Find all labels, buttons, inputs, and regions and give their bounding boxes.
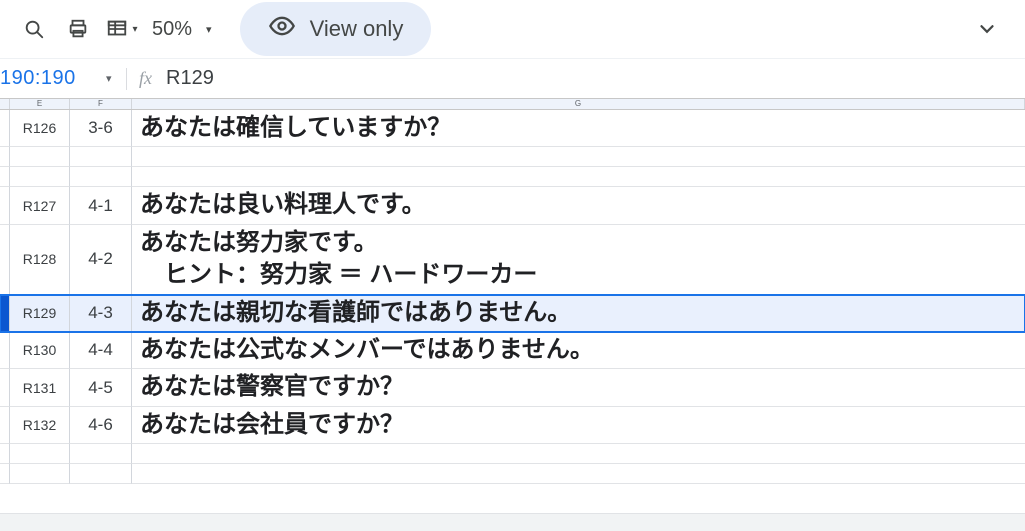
- table-row[interactable]: [0, 464, 1025, 484]
- row-header[interactable]: [0, 369, 10, 406]
- cell[interactable]: [132, 464, 1025, 484]
- name-box[interactable]: 190:190 ▾: [0, 67, 122, 90]
- caret-down-icon: ▾: [206, 23, 212, 36]
- select-all-corner[interactable]: [0, 99, 10, 109]
- cell[interactable]: あなたは会社員ですか？: [132, 407, 1025, 444]
- row-header[interactable]: [0, 464, 10, 484]
- cell[interactable]: R132: [10, 407, 70, 444]
- cell[interactable]: あなたは親切な看護師ではありません。: [132, 295, 1025, 332]
- cell[interactable]: 4-2: [70, 225, 132, 295]
- cell[interactable]: [70, 464, 132, 484]
- horizontal-scrollbar[interactable]: [0, 513, 1025, 531]
- cell[interactable]: [132, 167, 1025, 187]
- caret-down-icon: ▾: [106, 72, 112, 85]
- row-header[interactable]: [0, 187, 10, 224]
- cell[interactable]: 4-4: [70, 332, 132, 369]
- zoom-label: 50%: [152, 18, 192, 41]
- divider: [126, 68, 127, 90]
- table-row[interactable]: R1324-6あなたは会社員ですか？: [0, 407, 1025, 444]
- cell[interactable]: あなたは努力家です。 ヒント：努力家 ＝ ハードワーカー: [132, 225, 1025, 295]
- cell[interactable]: [70, 444, 132, 464]
- row-header[interactable]: [0, 332, 10, 369]
- print-icon[interactable]: [58, 9, 98, 49]
- cell[interactable]: あなたは公式なメンバーではありません。: [132, 332, 1025, 369]
- cell[interactable]: 4-1: [70, 187, 132, 224]
- cell[interactable]: あなたは良い料理人です。: [132, 187, 1025, 224]
- cell[interactable]: あなたは確信していますか？: [132, 110, 1025, 147]
- cell[interactable]: [10, 147, 70, 167]
- table-row[interactable]: [0, 444, 1025, 464]
- cell[interactable]: 4-6: [70, 407, 132, 444]
- column-header-strip: E F G: [0, 98, 1025, 110]
- spreadsheet-grid[interactable]: R1263-6あなたは確信していますか？R1274-1あなたは良い料理人です。R…: [0, 110, 1025, 484]
- expand-toolbar-button[interactable]: [967, 9, 1007, 49]
- caret-down-icon: ▾: [132, 24, 137, 35]
- formula-bar-row: 190:190 ▾ fx R129: [0, 58, 1025, 98]
- cell[interactable]: R127: [10, 187, 70, 224]
- cell[interactable]: R128: [10, 225, 70, 295]
- table-row[interactable]: R1274-1あなたは良い料理人です。: [0, 187, 1025, 224]
- column-header[interactable]: E: [10, 99, 70, 109]
- formula-bar-input[interactable]: R129: [166, 67, 214, 90]
- column-header[interactable]: F: [70, 99, 132, 109]
- cell[interactable]: [132, 147, 1025, 167]
- fx-icon: fx: [139, 68, 152, 89]
- cell[interactable]: [10, 167, 70, 187]
- cell[interactable]: R131: [10, 369, 70, 406]
- cell[interactable]: 3-6: [70, 110, 132, 147]
- cell[interactable]: 4-3: [70, 295, 132, 332]
- cell[interactable]: R129: [10, 295, 70, 332]
- filter-views-button[interactable]: ▾: [102, 9, 142, 49]
- column-header[interactable]: G: [132, 99, 1025, 109]
- cell[interactable]: [132, 444, 1025, 464]
- row-header[interactable]: [0, 147, 10, 167]
- row-header[interactable]: [0, 167, 10, 187]
- cell[interactable]: [70, 167, 132, 187]
- table-row[interactable]: R1263-6あなたは確信していますか？: [0, 110, 1025, 147]
- cell[interactable]: [10, 444, 70, 464]
- view-only-label: View only: [310, 16, 404, 42]
- row-header[interactable]: [0, 110, 10, 147]
- cell[interactable]: R126: [10, 110, 70, 147]
- view-only-pill[interactable]: View only: [240, 2, 432, 56]
- cell[interactable]: [70, 147, 132, 167]
- row-header[interactable]: [0, 225, 10, 295]
- table-row[interactable]: R1304-4あなたは公式なメンバーではありません。: [0, 332, 1025, 369]
- zoom-dropdown[interactable]: 50% ▾: [152, 18, 212, 41]
- name-box-value: 190:190: [0, 67, 76, 90]
- toolbar: ▾ 50% ▾ View only: [0, 0, 1025, 58]
- cell[interactable]: R130: [10, 332, 70, 369]
- table-row-selected[interactable]: R1294-3あなたは親切な看護師ではありません。: [0, 295, 1025, 332]
- table-row[interactable]: [0, 167, 1025, 187]
- cell[interactable]: 4-5: [70, 369, 132, 406]
- row-header[interactable]: [0, 295, 10, 332]
- row-header[interactable]: [0, 407, 10, 444]
- table-row[interactable]: R1314-5あなたは警察官ですか？: [0, 369, 1025, 406]
- row-header[interactable]: [0, 444, 10, 464]
- table-row[interactable]: R1284-2あなたは努力家です。 ヒント：努力家 ＝ ハードワーカー: [0, 225, 1025, 295]
- eye-icon: [268, 12, 296, 46]
- table-row[interactable]: [0, 147, 1025, 167]
- cell[interactable]: [10, 464, 70, 484]
- search-icon[interactable]: [14, 9, 54, 49]
- cell[interactable]: あなたは警察官ですか？: [132, 369, 1025, 406]
